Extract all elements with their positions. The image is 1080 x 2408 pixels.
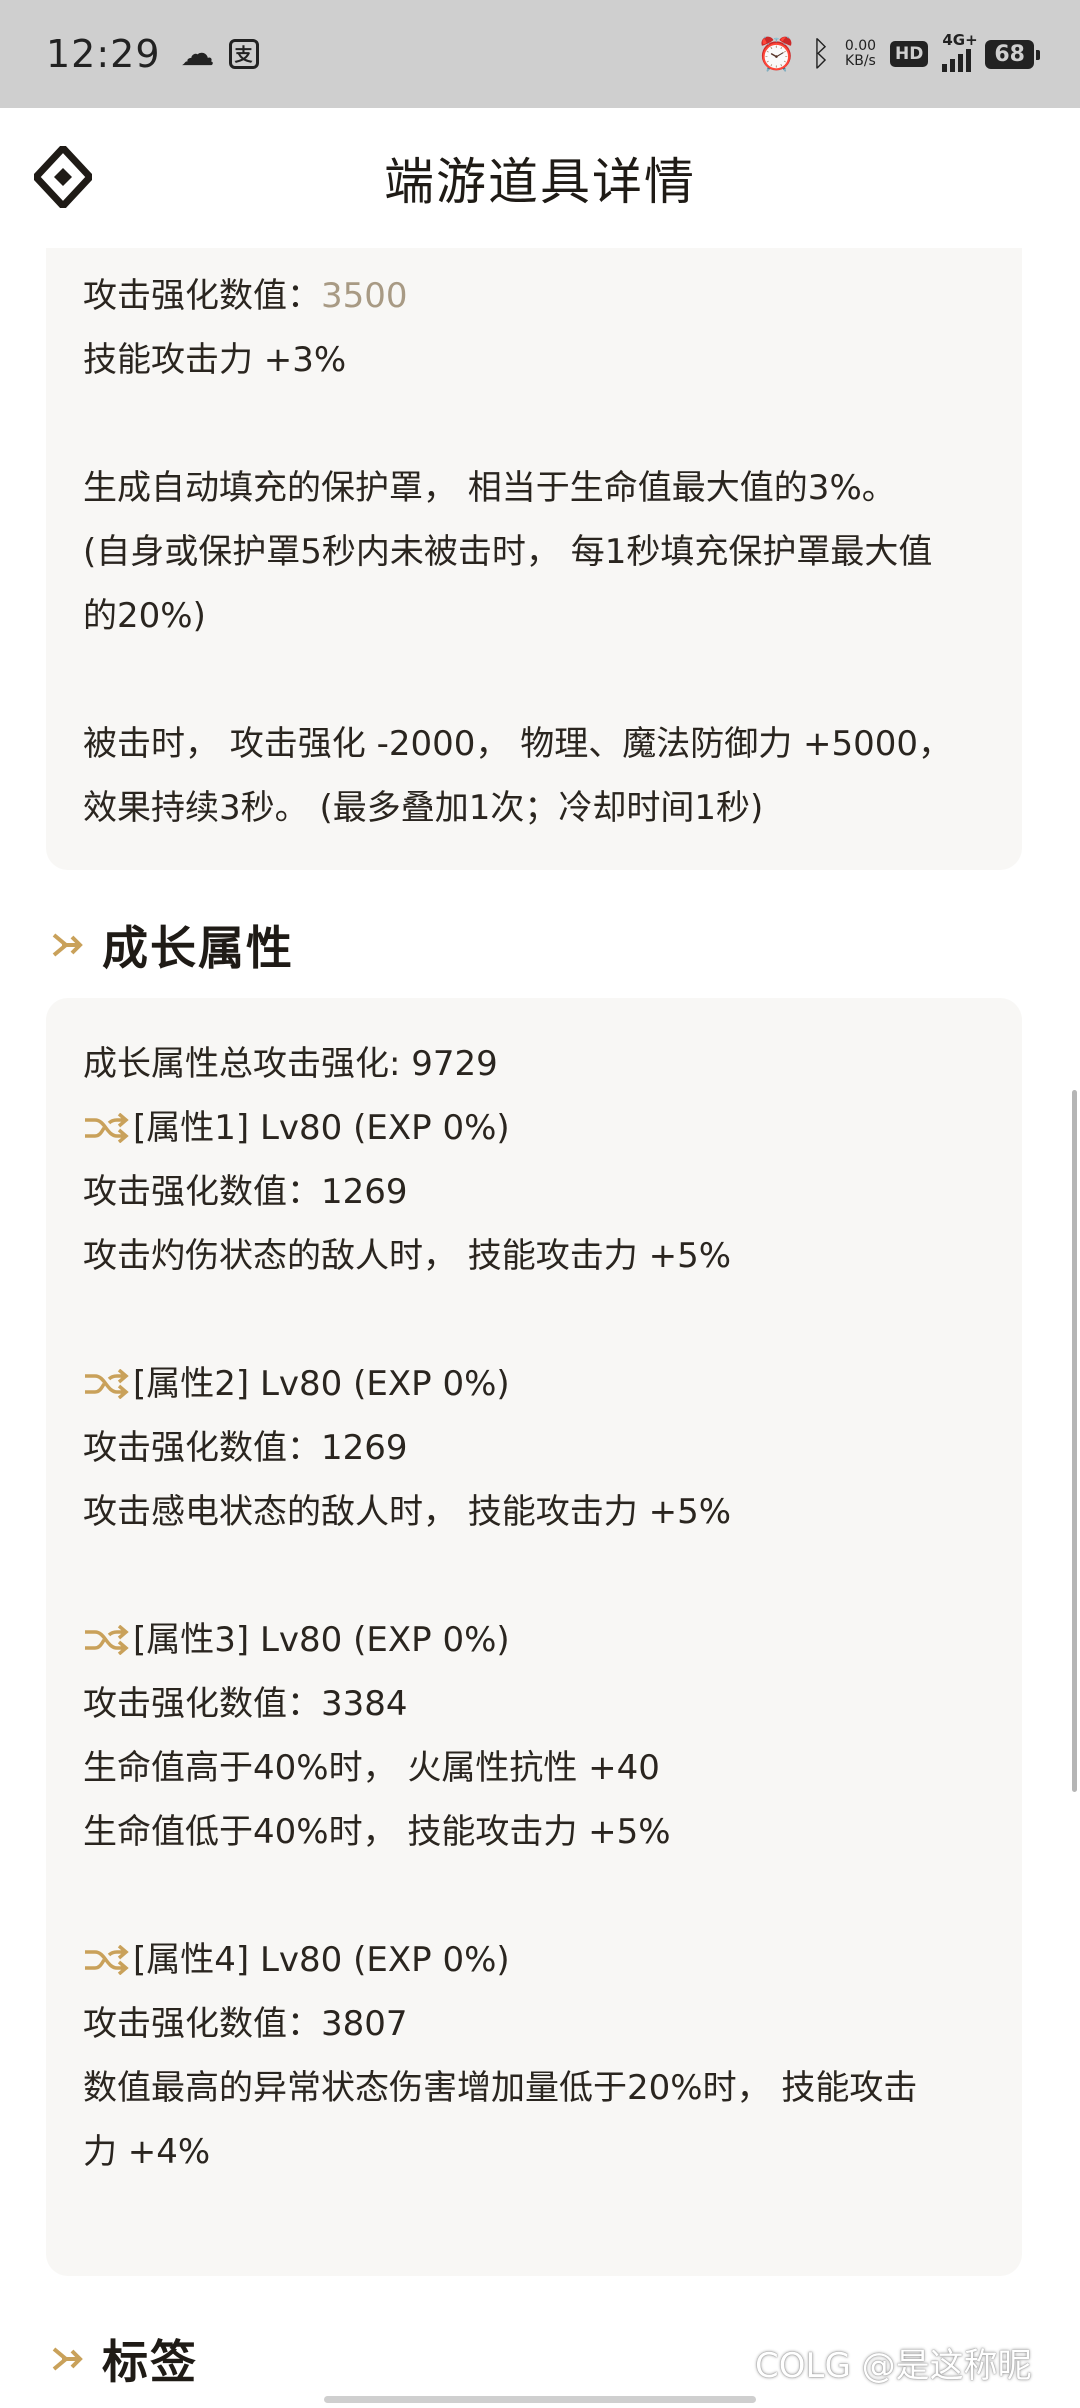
watermark: COLG @是这称昵 <box>755 2346 1032 2386</box>
status-right-icons: ⏰ ᛒ 0.00 KB/s HD 4G+ 68 <box>756 31 1040 74</box>
attr-header: [属性4] Lv80 (EXP 0%) <box>83 1932 510 1981</box>
attr-line: 攻击强化数值：1269 <box>83 1172 408 1212</box>
attr-line: 攻击灼伤状态的敌人时， 技能攻击力 +5% <box>83 1236 732 1276</box>
attr-header: [属性2] Lv80 (EXP 0%) <box>83 1356 510 1405</box>
section-arrow-icon <box>52 2347 83 2371</box>
scrollbar[interactable] <box>1072 1090 1077 1792</box>
shuffle-icon <box>85 1945 129 1975</box>
attr-header: [属性3] Lv80 (EXP 0%) <box>83 1612 510 1661</box>
net-speed: 0.00 KB/s <box>845 39 876 69</box>
tags-title-text: 标签 <box>102 2335 198 2389</box>
growth-title-text: 成长属性 <box>102 921 294 975</box>
section-arrow-icon <box>52 933 83 957</box>
attr-line: 力 +4% <box>83 2132 211 2172</box>
status-time: 12:29 <box>46 32 161 76</box>
attr-name: [属性4] Lv80 (EXP 0%) <box>133 1940 510 1980</box>
effect-line: 的20%) <box>83 596 206 636</box>
effect-line: 生成自动填充的保护罩， 相当于生命值最大值的3%。 <box>83 468 896 508</box>
attr-line: 攻击强化数值：1269 <box>83 1428 408 1468</box>
page-title: 端游道具详情 <box>384 153 696 211</box>
effect-line: 被击时， 攻击强化 -2000， 物理、魔法防御力 +5000， <box>83 724 953 764</box>
attr-line: 数值最高的异常状态伤害增加量低于20%时， 技能攻击 <box>83 2068 918 2108</box>
bluetooth-icon: ᛒ <box>810 34 831 74</box>
attack-value: 3500 <box>321 276 408 316</box>
attr-line: 生命值低于40%时， 技能攻击力 +5% <box>83 1812 671 1852</box>
attack-line: 攻击强化数值：3500 <box>83 268 408 317</box>
effect-card: 攻击强化数值：3500 技能攻击力 +3% 生成自动填充的保护罩， 相当于生命值… <box>46 248 1022 870</box>
attr-header: [属性1] Lv80 (EXP 0%) <box>83 1100 510 1149</box>
attr-line: 攻击强化数值：3384 <box>83 1684 408 1724</box>
attr-name: [属性3] Lv80 (EXP 0%) <box>133 1620 510 1660</box>
growth-total: 成长属性总攻击强化: 9729 <box>83 1044 498 1084</box>
growth-section-title: 成长属性 <box>48 912 294 978</box>
growth-card: 成长属性总攻击强化: 9729 [属性1] Lv80 (EXP 0%) 攻击强化… <box>46 998 1022 2276</box>
effect-line: (自身或保护罩5秒内未被击时， 每1秒填充保护罩最大值 <box>83 532 933 572</box>
effect-line: 技能攻击力 +3% <box>83 340 347 380</box>
attr-line: 生命值高于40%时， 火属性抗性 +40 <box>83 1748 660 1788</box>
tags-section-title: 标签 <box>48 2326 198 2392</box>
attack-label: 攻击强化数值： <box>83 276 321 316</box>
net-speed-value: 0.00 <box>844 38 877 54</box>
signal-icon: 4G+ <box>942 31 978 72</box>
attr-line: 攻击感电状态的敌人时， 技能攻击力 +5% <box>83 1492 732 1532</box>
effect-line: 效果持续3秒。 (最多叠加1次；冷却时间1秒) <box>83 788 764 828</box>
net-speed-unit: KB/s <box>845 53 876 69</box>
hd-icon: HD <box>890 41 929 67</box>
battery-icon: 68 <box>985 39 1040 69</box>
network-type: 4G+ <box>942 30 978 49</box>
app-header: 端游道具详情 <box>0 108 1080 248</box>
alarm-icon: ⏰ <box>756 35 797 73</box>
cloud-icon: ☁ <box>180 34 215 74</box>
shuffle-icon <box>85 1113 129 1143</box>
home-indicator[interactable] <box>324 2396 756 2403</box>
status-left-icons: ☁ 支 <box>181 34 259 74</box>
alipay-icon: 支 <box>228 39 259 69</box>
status-bar: 12:29 ☁ 支 ⏰ ᛒ 0.00 KB/s HD 4G+ 68 <box>0 0 1080 108</box>
attr-name: [属性2] Lv80 (EXP 0%) <box>133 1364 510 1404</box>
shuffle-icon <box>85 1625 129 1655</box>
logo-icon[interactable] <box>34 146 92 208</box>
attr-name: [属性1] Lv80 (EXP 0%) <box>133 1108 510 1148</box>
shuffle-icon <box>85 1369 129 1399</box>
attr-line: 攻击强化数值：3807 <box>83 2004 408 2044</box>
